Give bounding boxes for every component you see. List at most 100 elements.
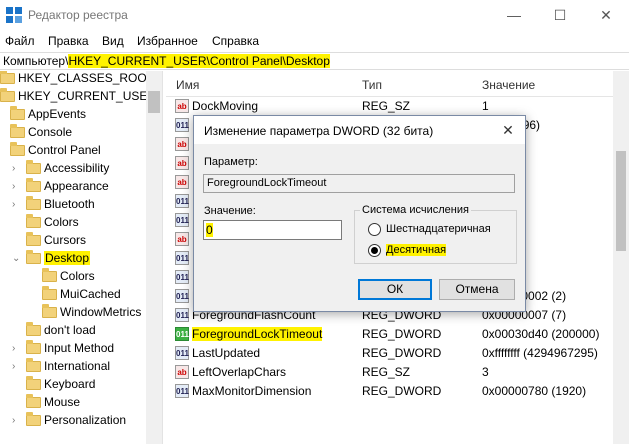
value-row[interactable]: 011 ForegroundLockTimeout REG_DWORD 0x00030… bbox=[166, 325, 613, 344]
chevron-right-icon[interactable] bbox=[12, 379, 22, 391]
chevron-right-icon[interactable]: › bbox=[12, 343, 22, 355]
chevron-right-icon[interactable]: › bbox=[12, 415, 22, 427]
tree-item[interactable]: don't load bbox=[0, 322, 147, 340]
chevron-right-icon[interactable]: › bbox=[12, 199, 22, 211]
hex-radio-label[interactable]: Шестнадцатеричная bbox=[386, 223, 491, 235]
dword-value-icon: 011 bbox=[175, 327, 189, 341]
title-bar: Редактор реестра — ☐ ✕ bbox=[0, 0, 629, 30]
chevron-right-icon[interactable] bbox=[26, 289, 36, 301]
column-value[interactable]: Значение bbox=[482, 78, 535, 92]
tree-item-label: HKEY_CLASSES_ROOT bbox=[18, 71, 155, 85]
dword-value-icon: 011 bbox=[175, 384, 189, 398]
dec-radio-label[interactable]: Десятичная bbox=[386, 244, 447, 256]
tree-item[interactable]: ⌄ Desktop bbox=[0, 250, 147, 268]
dword-value-icon: 011 bbox=[175, 213, 189, 227]
chevron-right-icon[interactable]: › bbox=[12, 163, 22, 175]
folder-icon bbox=[42, 268, 57, 282]
tree-scroll-thumb[interactable] bbox=[148, 91, 160, 113]
folder-icon bbox=[42, 286, 57, 300]
list-scrollbar[interactable] bbox=[613, 71, 629, 444]
value-type: REG_SZ bbox=[362, 365, 411, 379]
minimize-button[interactable]: — bbox=[491, 0, 537, 30]
string-value-icon: ab bbox=[175, 175, 189, 189]
regedit-app-icon bbox=[6, 7, 22, 23]
tree-item[interactable]: WindowMetrics bbox=[0, 304, 147, 322]
column-name[interactable]: Имя bbox=[176, 78, 199, 92]
value-row[interactable]: 011 MaxMonitorDimension REG_DWORD 0x0000078… bbox=[166, 382, 613, 401]
folder-icon bbox=[0, 71, 15, 84]
menu-view[interactable]: Вид bbox=[102, 34, 124, 48]
close-button[interactable]: ✕ bbox=[583, 0, 629, 30]
folder-icon bbox=[10, 124, 25, 138]
menu-edit[interactable]: Правка bbox=[48, 34, 89, 48]
ok-button[interactable]: ОК bbox=[358, 279, 432, 300]
tree-item-label: Cursors bbox=[44, 233, 87, 247]
dec-radio[interactable] bbox=[368, 244, 381, 257]
tree-item-label: Control Panel bbox=[28, 143, 101, 157]
chevron-right-icon[interactable]: › bbox=[12, 181, 22, 193]
value-row[interactable]: ab DockMoving REG_SZ 1 bbox=[166, 97, 613, 116]
tree-item[interactable]: Colors bbox=[0, 214, 147, 232]
folder-icon bbox=[26, 376, 41, 390]
tree-item[interactable]: › Personalization bbox=[0, 412, 147, 430]
value-value: 0xffffffff (4294967295) bbox=[482, 346, 598, 360]
menu-file[interactable]: Файл bbox=[5, 34, 35, 48]
tree-item-label: Colors bbox=[44, 215, 79, 229]
tree-item[interactable]: Colors bbox=[0, 268, 147, 286]
tree-item[interactable]: › Bluetooth bbox=[0, 196, 147, 214]
value-row[interactable]: 011 LastUpdated REG_DWORD 0xffffffff (42949… bbox=[166, 344, 613, 363]
maximize-button[interactable]: ☐ bbox=[537, 0, 583, 30]
tree-item[interactable]: › Accessibility bbox=[0, 160, 147, 178]
address-prefix: Компьютер\ bbox=[3, 54, 69, 68]
dialog-close-icon[interactable]: ✕ bbox=[499, 121, 517, 139]
chevron-right-icon[interactable] bbox=[12, 397, 22, 409]
menu-favorites[interactable]: Избранное bbox=[137, 34, 198, 48]
tree-scrollbar[interactable] bbox=[146, 71, 162, 444]
tree-item[interactable]: AppEvents bbox=[0, 106, 147, 124]
value-input[interactable]: 0 bbox=[203, 220, 342, 240]
tree-item[interactable]: › Input Method bbox=[0, 340, 147, 358]
tree-item[interactable]: Console bbox=[0, 124, 147, 142]
menu-help[interactable]: Справка bbox=[212, 34, 259, 48]
hex-radio[interactable] bbox=[368, 223, 381, 236]
tree-item[interactable]: Cursors bbox=[0, 232, 147, 250]
dword-value-icon: 011 bbox=[175, 289, 189, 303]
chevron-right-icon[interactable] bbox=[12, 217, 22, 229]
list-scroll-thumb[interactable] bbox=[616, 151, 626, 251]
column-type[interactable]: Тип bbox=[362, 78, 382, 92]
tree-item[interactable]: HKEY_CURRENT_USER bbox=[0, 88, 156, 106]
chevron-right-icon[interactable]: › bbox=[12, 361, 22, 373]
tree-item[interactable]: MuiCached bbox=[0, 286, 147, 304]
value-value: 1 bbox=[482, 99, 489, 113]
value-row[interactable]: ab LeftOverlapChars REG_SZ 3 bbox=[166, 363, 613, 382]
folder-icon bbox=[26, 232, 41, 246]
dword-value-icon: 011 bbox=[175, 346, 189, 360]
param-label: Параметр: bbox=[204, 156, 258, 168]
tree-item[interactable]: HKEY_CLASSES_ROOT bbox=[0, 71, 154, 88]
chevron-right-icon[interactable] bbox=[26, 271, 36, 283]
chevron-right-icon[interactable] bbox=[26, 307, 36, 319]
folder-icon bbox=[26, 412, 41, 426]
tree-item[interactable]: Control Panel bbox=[0, 142, 147, 160]
value-name: LastUpdated bbox=[192, 346, 261, 360]
tree-item[interactable]: Mouse bbox=[0, 394, 147, 412]
edit-dword-dialog: Изменение параметра DWORD (32 бита) ✕ Па… bbox=[193, 115, 526, 312]
tree-item-label: Personalization bbox=[44, 413, 127, 427]
value-value: 0x00000780 (1920) bbox=[482, 384, 587, 398]
folder-icon bbox=[26, 214, 41, 228]
cancel-button[interactable]: Отмена bbox=[439, 279, 515, 300]
registry-tree: HKEY_CLASSES_ROOT HKEY_CURRENT_USER AppEve… bbox=[0, 71, 163, 444]
tree-item[interactable]: › Appearance bbox=[0, 178, 147, 196]
chevron-right-icon[interactable] bbox=[12, 325, 22, 337]
value-name: MaxMonitorDimension bbox=[192, 384, 312, 398]
value-type: REG_DWORD bbox=[362, 384, 442, 398]
dword-value-icon: 011 bbox=[175, 308, 189, 322]
value-name: DockMoving bbox=[192, 99, 259, 113]
tree-item[interactable]: Keyboard bbox=[0, 376, 147, 394]
tree-item[interactable]: › International bbox=[0, 358, 147, 376]
chevron-down-icon[interactable]: ⌄ bbox=[12, 253, 22, 265]
tree-item-label: Bluetooth bbox=[44, 197, 95, 211]
tree-item-label: Console bbox=[28, 125, 73, 139]
address-bar[interactable]: Компьютер\HKEY_CURRENT_USER\Control Pane… bbox=[0, 52, 629, 70]
chevron-right-icon[interactable] bbox=[12, 235, 22, 247]
